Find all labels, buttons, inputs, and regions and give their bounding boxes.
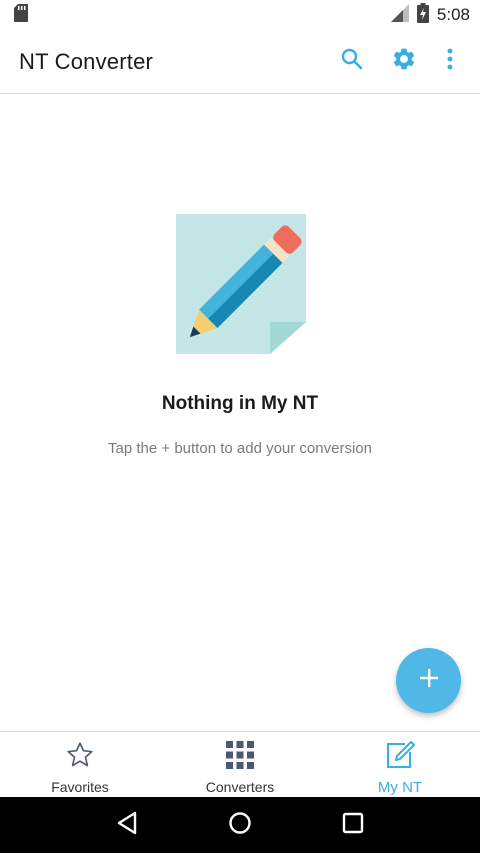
plus-icon (419, 668, 439, 693)
status-bar: 5:08 (0, 0, 480, 30)
nav-item-my-nt[interactable]: My NT (320, 732, 480, 797)
home-icon (228, 811, 252, 840)
recents-icon (342, 812, 364, 839)
bottom-nav: Favorites Converters My NT (0, 731, 480, 797)
system-nav-bar (0, 797, 480, 853)
status-icons: 5:08 (390, 2, 470, 28)
add-conversion-fab[interactable] (396, 648, 461, 713)
sd-card-icon (14, 3, 28, 27)
more-options-button[interactable] (430, 38, 470, 86)
search-button[interactable] (326, 38, 378, 86)
edit-note-icon (385, 740, 415, 775)
app-bar: NT Converter (0, 30, 480, 94)
nav-item-favorites[interactable]: Favorites (0, 732, 160, 797)
back-button[interactable] (102, 800, 152, 850)
nav-label-my-nt: My NT (377, 779, 423, 796)
note-pencil-illustration (174, 212, 308, 354)
app-actions (326, 38, 470, 86)
signal-icon (390, 3, 409, 27)
status-time: 5:08 (436, 5, 470, 24)
nav-label-converters: Converters (205, 779, 275, 795)
empty-state: Nothing in My NT Tap the + button to add… (0, 95, 480, 731)
star-icon (65, 740, 95, 775)
nav-item-converters[interactable]: Converters (160, 732, 320, 797)
back-icon (116, 811, 138, 840)
home-button[interactable] (215, 800, 265, 850)
app-title: NT Converter (19, 48, 154, 74)
search-icon (340, 47, 364, 76)
gear-icon (391, 46, 417, 77)
more-vert-icon (447, 48, 453, 75)
battery-charging-icon (416, 2, 429, 28)
nav-label-favorites: Favorites (51, 779, 109, 795)
recents-button[interactable] (328, 800, 378, 850)
empty-state-title: Nothing in My NT (161, 393, 319, 414)
settings-button[interactable] (378, 38, 430, 86)
empty-state-subtitle: Tap the + button to add your conversion (108, 440, 372, 457)
grid-icon (225, 740, 255, 775)
